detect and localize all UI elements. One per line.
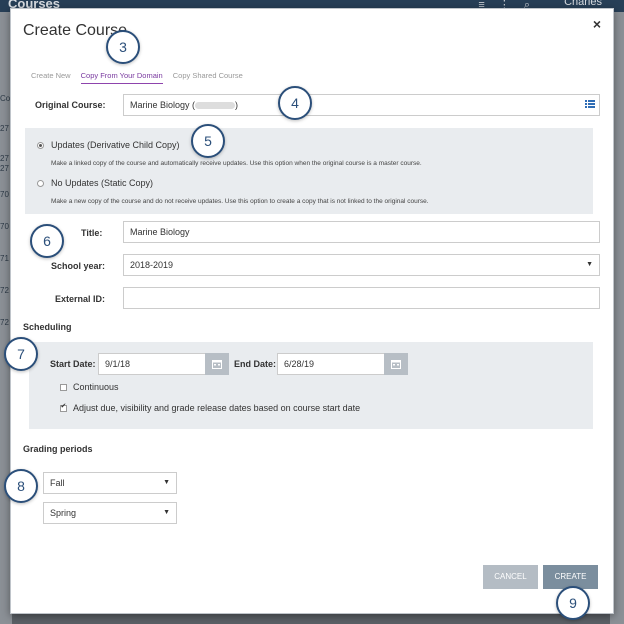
external-id-input[interactable] bbox=[123, 287, 600, 309]
no-updates-option-description: Make a new copy of the course and do not… bbox=[51, 198, 429, 205]
callout-badge: 9 bbox=[556, 586, 590, 620]
callout-badge: 8 bbox=[4, 469, 38, 503]
redacted-block bbox=[195, 102, 236, 110]
grading-period-value: Spring bbox=[50, 508, 77, 518]
calendar-icon bbox=[212, 360, 222, 369]
external-id-label: External ID: bbox=[55, 294, 106, 304]
callout-badge: 3 bbox=[106, 30, 140, 64]
start-date-calendar-button[interactable] bbox=[205, 353, 229, 375]
updates-option-title: Updates (Derivative Child Copy) bbox=[51, 140, 180, 150]
callout-badge: 4 bbox=[278, 86, 312, 120]
calendar-icon bbox=[391, 360, 401, 369]
no-updates-radio[interactable] bbox=[37, 180, 44, 187]
scheduling-panel: Start Date: 9/1/18 End Date: 6/28/19 Con… bbox=[29, 342, 593, 429]
copy-mode-tabs: Create New Copy From Your Domain Copy Sh… bbox=[31, 71, 243, 84]
list-icon[interactable] bbox=[585, 99, 595, 109]
callout-badge: 7 bbox=[4, 337, 38, 371]
start-date-label: Start Date: bbox=[50, 359, 96, 369]
continuous-label: Continuous bbox=[73, 382, 119, 392]
title-label: Title: bbox=[81, 228, 103, 238]
chevron-down-icon: ▼ bbox=[586, 261, 593, 268]
original-course-value: Marine Biology ( bbox=[130, 100, 196, 110]
grading-period-value: Fall bbox=[50, 478, 65, 488]
callout-badge: 6 bbox=[30, 224, 64, 258]
callout-badge: 5 bbox=[191, 124, 225, 158]
tab-copy-shared-course[interactable]: Copy Shared Course bbox=[173, 71, 243, 84]
copy-options-panel: Updates (Derivative Child Copy) Make a l… bbox=[25, 128, 593, 214]
original-course-value-suffix: ) bbox=[235, 100, 239, 110]
grading-periods-title: Grading periods bbox=[23, 444, 93, 454]
end-date-calendar-button[interactable] bbox=[384, 353, 408, 375]
cancel-button[interactable]: CANCEL bbox=[483, 565, 538, 589]
school-year-value: 2018-2019 bbox=[130, 260, 174, 270]
adjust-dates-checkbox[interactable] bbox=[60, 402, 67, 412]
app-user-name: Charles bbox=[564, 0, 602, 8]
create-course-modal: Create Course × Create New Copy From You… bbox=[10, 8, 614, 614]
chevron-down-icon: ▼ bbox=[163, 479, 170, 486]
school-year-label: School year: bbox=[51, 261, 106, 271]
grading-period-select[interactable]: Fall ▼ bbox=[43, 472, 177, 494]
scheduling-title: Scheduling bbox=[23, 322, 72, 332]
tab-create-new[interactable]: Create New bbox=[31, 71, 71, 84]
adjust-dates-label: Adjust due, visibility and grade release… bbox=[73, 403, 361, 413]
original-course-picker[interactable]: Marine Biology () bbox=[123, 94, 600, 116]
no-updates-option-title: No Updates (Static Copy) bbox=[51, 178, 154, 188]
chevron-down-icon: ▼ bbox=[163, 509, 170, 516]
original-course-label: Original Course: bbox=[35, 100, 106, 110]
grading-period-select[interactable]: Spring ▼ bbox=[43, 502, 177, 524]
updates-radio[interactable] bbox=[37, 142, 44, 149]
title-input[interactable]: Marine Biology bbox=[123, 221, 600, 243]
continuous-checkbox[interactable] bbox=[60, 384, 67, 391]
school-year-select[interactable]: 2018-2019 ▼ bbox=[123, 254, 600, 276]
start-date-input[interactable]: 9/1/18 bbox=[98, 353, 206, 375]
updates-option-description: Make a linked copy of the course and aut… bbox=[51, 160, 422, 167]
end-date-label: End Date: bbox=[234, 359, 277, 369]
close-icon[interactable]: × bbox=[593, 16, 601, 32]
end-date-input[interactable]: 6/28/19 bbox=[277, 353, 385, 375]
tab-copy-from-domain[interactable]: Copy From Your Domain bbox=[80, 71, 163, 84]
